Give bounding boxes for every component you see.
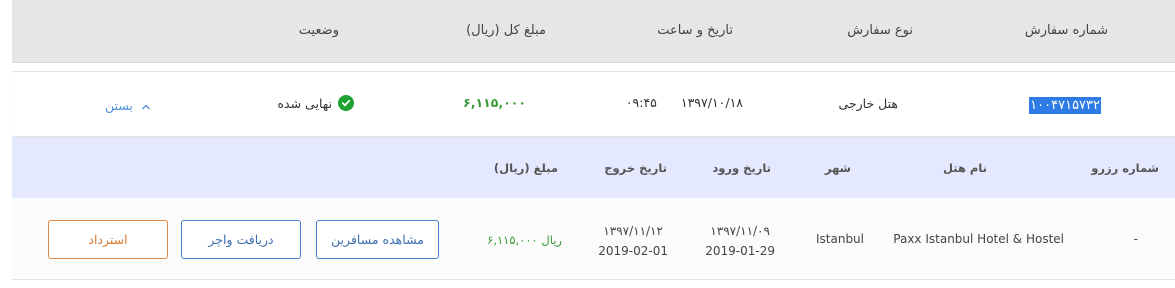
detail-header-reservation-number: شماره رزرو bbox=[1091, 161, 1159, 175]
checkin-gregorian: 2019-01-29 bbox=[705, 244, 775, 258]
order-date-time: ۰۹:۴۵ ۱۳۹۷/۱۰/۱۸ bbox=[626, 95, 743, 110]
check-circle-icon bbox=[338, 95, 354, 111]
order-type: هتل خارجی bbox=[838, 96, 898, 111]
collapse-toggle[interactable]: بستن bbox=[105, 95, 151, 115]
close-link[interactable]: بستن bbox=[105, 98, 133, 113]
detail-header-city: شهر bbox=[824, 161, 851, 175]
spacer bbox=[0, 63, 1175, 71]
order-time: ۰۹:۴۵ bbox=[625, 95, 657, 110]
chevron-up-icon[interactable] bbox=[141, 96, 151, 115]
checkin-date: ۱۳۹۷/۱۱/۰۹ 2019-01-29 bbox=[705, 221, 775, 261]
detail-header-hotel-name: نام هتل bbox=[942, 161, 987, 175]
checkout-gregorian: 2019-02-01 bbox=[598, 244, 668, 258]
detail-header-amount: مبلغ (ریال) bbox=[493, 161, 558, 175]
header-date-time: تاریخ و ساعت bbox=[657, 23, 733, 38]
hotel-name: Paxx Istanbul Hotel & Hostel bbox=[893, 232, 1064, 246]
checkout-jalali: ۱۳۹۷/۱۱/۱۲ bbox=[603, 224, 663, 238]
refund-button[interactable]: استرداد bbox=[48, 220, 168, 259]
order-row[interactable] bbox=[12, 71, 1175, 137]
reservation-number: - bbox=[1133, 232, 1138, 246]
header-order-type: نوع سفارش bbox=[847, 23, 913, 38]
order-id-value[interactable]: ۱۰۰۴۷۱۵۷۳۲ bbox=[1029, 97, 1101, 114]
detail-header-checkout: تاریخ خروج bbox=[604, 161, 667, 175]
order-amount: ۶,۱۱۵,۰۰۰ bbox=[463, 95, 526, 110]
header-status: وضعیت bbox=[298, 23, 339, 38]
checkin-jalali: ۱۳۹۷/۱۱/۰۹ bbox=[710, 224, 770, 238]
header-order-number: شماره سفارش bbox=[1024, 23, 1108, 38]
header-total-amount: مبلغ کل (ریال) bbox=[466, 23, 546, 38]
city: Istanbul bbox=[815, 232, 864, 246]
checkout-date: ۱۳۹۷/۱۱/۱۲ 2019-02-01 bbox=[598, 221, 668, 261]
order-status-label: نهایی شده bbox=[277, 95, 332, 111]
get-voucher-button[interactable]: دریافت واچر bbox=[181, 220, 301, 259]
order-date: ۱۳۹۷/۱۰/۱۸ bbox=[680, 95, 743, 110]
order-id[interactable]: ۱۰۰۴۷۱۵۷۳۲ bbox=[1029, 94, 1101, 114]
reservation-details-header bbox=[12, 137, 1175, 198]
order-status: نهایی شده bbox=[277, 95, 354, 111]
detail-header-checkin: تاریخ ورود bbox=[712, 161, 771, 175]
orders-table-header bbox=[12, 0, 1175, 63]
reservation-amount: ۶,۱۱۵,۰۰۰ ریال bbox=[487, 233, 562, 247]
view-passengers-button[interactable]: مشاهده مسافرین bbox=[316, 220, 439, 259]
